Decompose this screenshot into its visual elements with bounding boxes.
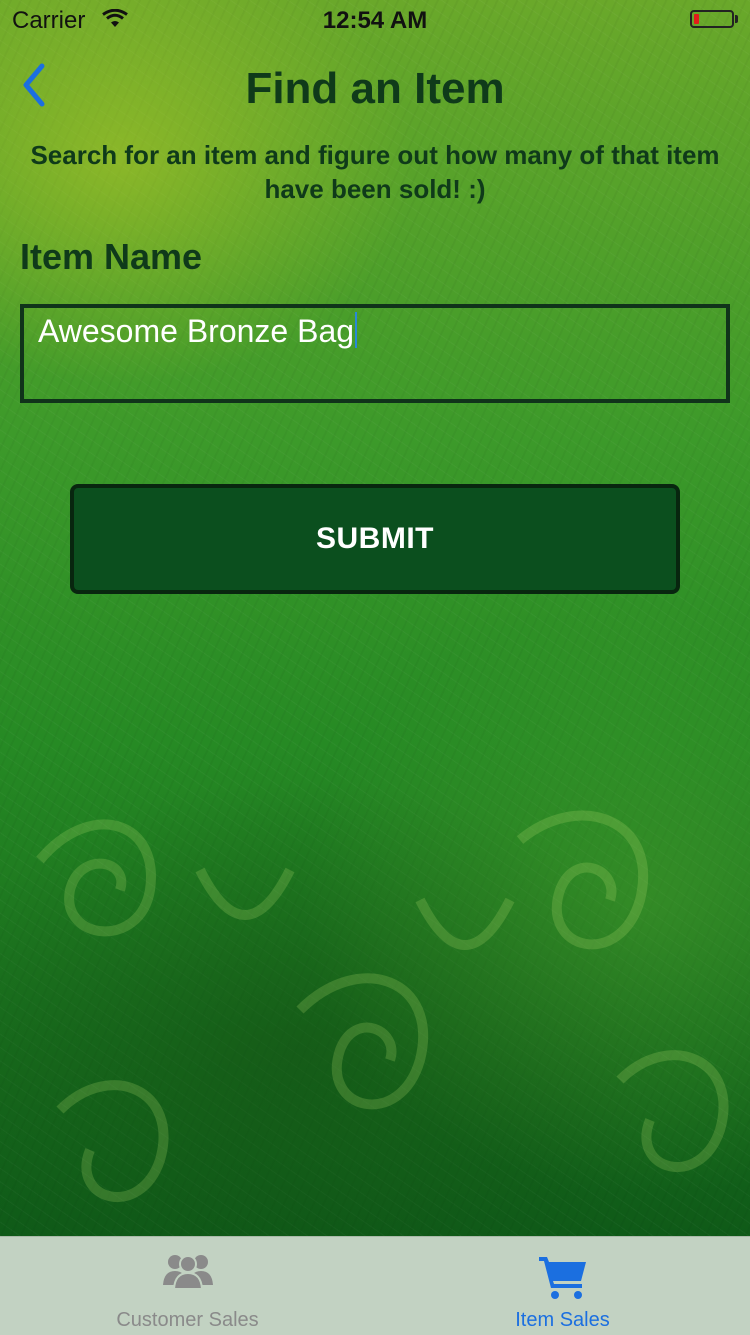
item-name-label: Item Name (20, 236, 203, 277)
battery-level (694, 14, 699, 24)
tab-customer-sales[interactable]: Customer Sales (0, 1237, 375, 1335)
cart-icon (375, 1251, 750, 1306)
item-name-value: Awesome Bronze Bag (38, 312, 358, 350)
tab-item-sales-label: Item Sales (515, 1309, 610, 1331)
text-caret (355, 312, 358, 348)
status-time: 12:54 AM (322, 7, 428, 34)
users-icon (0, 1251, 375, 1296)
tab-customer-sales-label: Customer Sales (116, 1309, 259, 1331)
damask-pattern (36, 810, 729, 1202)
page-title: Find an Item (245, 64, 505, 113)
item-name-text: Awesome Bronze Bag (38, 313, 355, 349)
submit-button[interactable]: SUBMIT (70, 484, 680, 594)
tab-item-sales[interactable]: Item Sales (375, 1237, 750, 1335)
battery-icon (690, 10, 734, 28)
page-subtitle: Search for an item and figure out how ma… (30, 140, 720, 204)
tab-bar: Customer Sales Item Sales (0, 1236, 750, 1335)
battery-nub (735, 15, 738, 23)
status-bar: Carrier 12:54 AM (0, 0, 750, 40)
